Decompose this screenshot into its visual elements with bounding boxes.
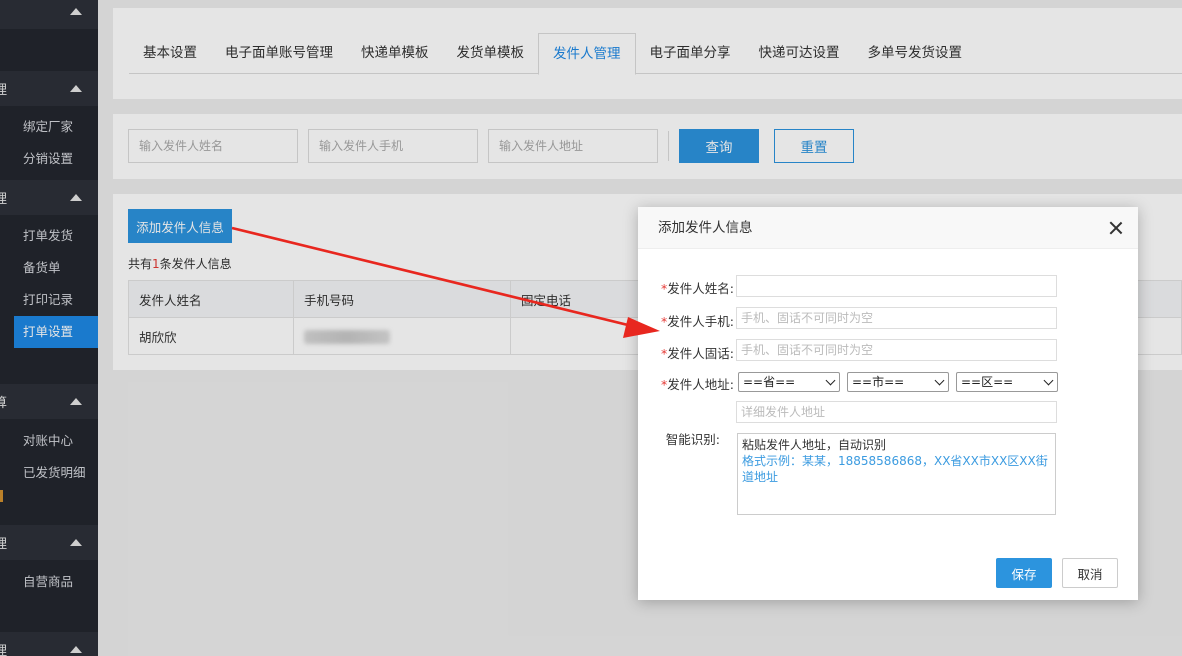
sender-name-label: *发件人姓名: <box>638 278 734 297</box>
sender-address-label: *发件人地址: <box>638 374 734 393</box>
district-select[interactable]: ==区== <box>956 372 1058 392</box>
cancel-button[interactable]: 取消 <box>1062 558 1118 588</box>
save-button[interactable]: 保存 <box>996 558 1052 588</box>
smart-example-text: 格式示例：某某，18858586868，XX省XX市XX区XX街道地址 <box>742 454 1048 484</box>
city-value: ==市== <box>852 375 905 389</box>
chevron-down-icon <box>934 375 945 386</box>
label-text: 发件人姓名: <box>667 281 734 296</box>
province-value: ==省== <box>743 375 796 389</box>
smart-recognition-label: 智能识别: <box>665 432 720 447</box>
label-text: 发件人手机: <box>667 314 734 329</box>
dialog-sender-mobile-input[interactable] <box>736 307 1057 329</box>
dialog-header: 添加发件人信息 <box>638 207 1138 249</box>
dialog-sender-name-input[interactable] <box>736 275 1057 297</box>
chevron-down-icon <box>1043 375 1054 386</box>
district-value: ==区== <box>961 375 1014 389</box>
city-select[interactable]: ==市== <box>847 372 949 392</box>
detail-address-input[interactable] <box>736 401 1057 423</box>
sender-tel-label: *发件人固话: <box>638 343 734 362</box>
smart-hint-text: 粘贴发件人地址，自动识别 <box>742 438 887 452</box>
dialog-title: 添加发件人信息 <box>658 220 753 236</box>
chevron-down-icon <box>825 375 836 386</box>
label-text: 发件人地址: <box>667 377 734 392</box>
close-icon[interactable] <box>1109 221 1122 234</box>
label-text: 发件人固话: <box>667 346 734 361</box>
province-select[interactable]: ==省== <box>738 372 840 392</box>
sender-mobile-label: *发件人手机: <box>638 311 734 330</box>
add-sender-dialog: 添加发件人信息 *发件人姓名: *发件人手机: *发件人固话: *发件人地址: … <box>638 207 1138 600</box>
smart-recognition-textarea[interactable]: 粘贴发件人地址，自动识别 格式示例：某某，18858586868，XX省XX市X… <box>737 433 1056 515</box>
dialog-sender-tel-input[interactable] <box>736 339 1057 361</box>
